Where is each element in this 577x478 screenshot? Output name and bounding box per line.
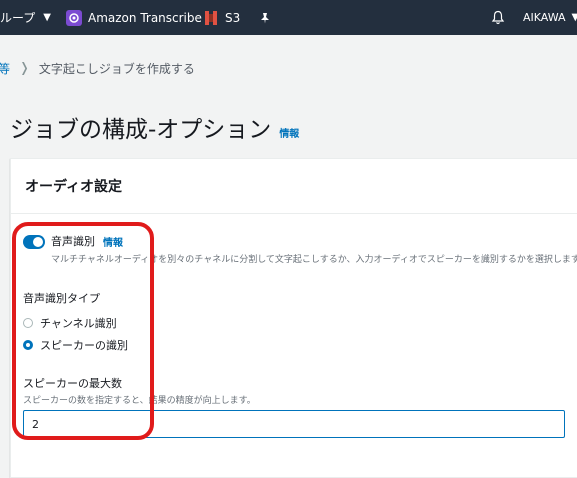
transcribe-label: Amazon Transcribe	[88, 10, 202, 25]
nav-s3-shortcut[interactable]: S3	[203, 0, 240, 35]
chevron-down-icon: ▼	[571, 12, 577, 23]
bell-icon[interactable]	[491, 0, 505, 35]
s3-label: S3	[225, 10, 241, 25]
user-name: AIKAWA	[523, 11, 566, 24]
panel-title: オーディオ設定	[25, 179, 123, 195]
speaker-identification-option[interactable]: スピーカーの識別	[23, 337, 128, 353]
user-menu[interactable]: AIKAWA ▼	[523, 0, 577, 35]
radio-button[interactable]	[23, 318, 33, 328]
speaker-identification-label: 音声識別	[51, 235, 95, 248]
page-info-link[interactable]: 情報	[279, 125, 299, 140]
s3-icon	[203, 10, 219, 26]
identification-type-label: 音声識別タイプ	[23, 292, 100, 305]
speaker-identification-option-label: スピーカーの識別	[40, 339, 128, 352]
max-speakers-description: スピーカーの数を指定すると、結果の精度が向上します。	[23, 396, 256, 406]
page-header: ジョブの構成-オプション 情報	[10, 110, 299, 144]
channel-identification-label: チャンネル識別	[40, 317, 117, 330]
resource-groups-label: ループ	[0, 11, 36, 25]
radio-button-selected[interactable]	[23, 340, 33, 350]
panel-header: オーディオ設定	[11, 159, 577, 214]
nav-transcribe-shortcut[interactable]: Amazon Transcribe	[66, 0, 202, 35]
max-speakers-value: 2	[32, 417, 39, 431]
channel-identification-option[interactable]: チャンネル識別	[23, 315, 117, 331]
resource-groups-menu[interactable]: ループ ▼	[0, 0, 51, 35]
chevron-right-icon: ❭	[19, 60, 30, 76]
breadcrumb-link[interactable]: 等	[0, 60, 10, 77]
speaker-identification-row: 音声識別 情報 マルチチャネルオーディオを別々のチャネルに分割して文字起こしする…	[23, 233, 577, 265]
max-speakers-input[interactable]: 2	[23, 410, 565, 438]
max-speakers-label: スピーカーの最大数	[23, 377, 122, 390]
speaker-identification-info-link[interactable]: 情報	[103, 234, 123, 249]
transcribe-icon	[66, 9, 82, 26]
top-navigation-bar: ループ ▼ Amazon Transcribe S3 AIKAWA ▼	[0, 0, 577, 35]
breadcrumb-current: 文字起こしジョブを作成する	[38, 61, 195, 76]
speaker-identification-description: マルチチャネルオーディオを別々のチャネルに分割して文字起こしするか、入力オーディ…	[51, 255, 577, 265]
audio-settings-panel: オーディオ設定 音声識別 情報 マルチチャネルオーディオを別々のチャネルに分割し…	[10, 158, 577, 478]
breadcrumb: 等 ❭ 文字起こしジョブを作成する	[0, 58, 195, 78]
chevron-down-icon: ▼	[43, 12, 51, 23]
speaker-identification-toggle[interactable]	[23, 235, 45, 249]
pin-icon[interactable]	[259, 0, 271, 35]
page-title: ジョブの構成-オプション	[10, 117, 272, 143]
